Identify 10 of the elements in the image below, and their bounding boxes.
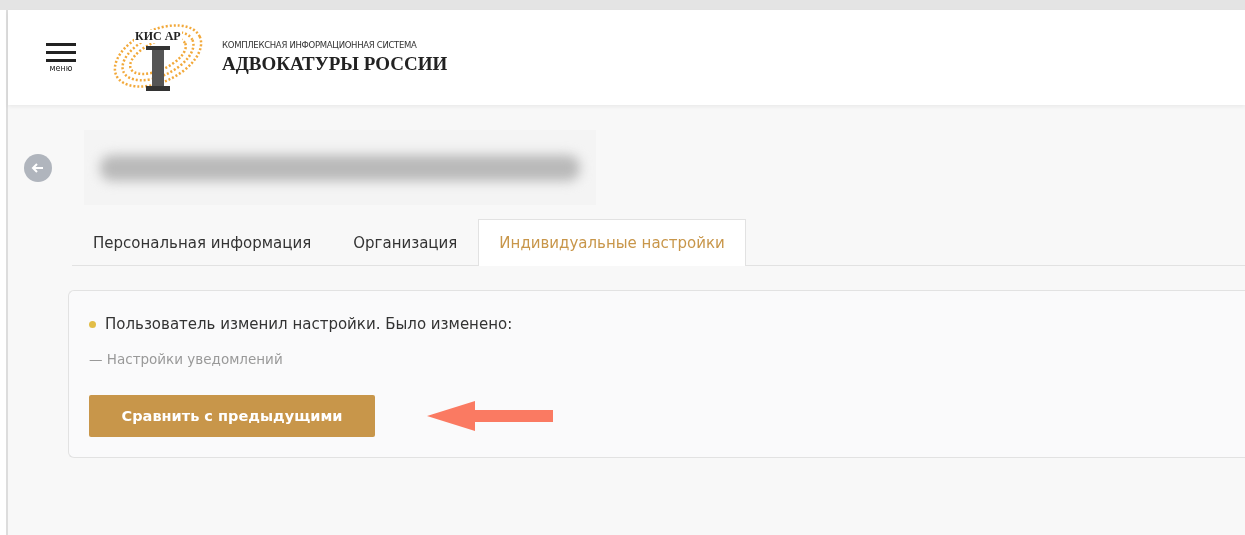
changed-item: — Настройки уведомлений (89, 351, 284, 367)
arrow-icon (427, 401, 553, 431)
system-subtitle: КОМПЛЕКСНАЯ ИНФОРМАЦИОННАЯ СИСТЕМА (222, 40, 418, 50)
menu-button[interactable]: меню (46, 42, 76, 73)
tab[interactable]: Персональная информация (72, 219, 333, 265)
logo-text: КИС АР (134, 29, 182, 43)
system-title: АДВОКАТУРЫ РОССИИ (222, 53, 448, 75)
tab[interactable]: Организация (332, 219, 479, 265)
notice-message: Пользователь изменил настройки. Было изменено: (105, 315, 513, 333)
back-icon[interactable] (24, 153, 52, 182)
